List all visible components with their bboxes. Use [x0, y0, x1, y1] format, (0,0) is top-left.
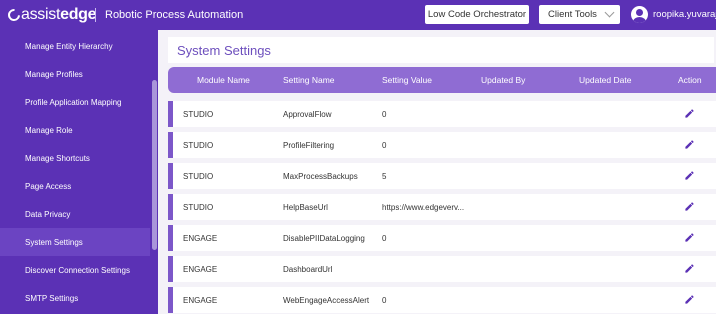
assistedge-logo[interactable]: assistedge	[5, 5, 97, 25]
cell-module-name: ENGAGE	[183, 296, 218, 305]
user-avatar-icon[interactable]	[631, 6, 648, 23]
table-row: ENGAGE WebEngageAccessAlert 0	[168, 287, 716, 313]
column-header-setting-name[interactable]: Setting Name	[283, 75, 335, 85]
column-header-module-name[interactable]: Module Name	[197, 75, 250, 85]
cell-setting-value: 0	[382, 234, 387, 243]
logo-text-light: assist	[21, 6, 61, 23]
pencil-icon[interactable]	[684, 170, 695, 181]
sidebar-item-smtp-settings[interactable]: SMTP Settings	[0, 284, 150, 312]
table-row: ENGAGE DisablePIIDataLogging 0	[168, 225, 716, 251]
page-title-bar: System Settings	[168, 37, 714, 63]
cell-module-name: STUDIO	[183, 141, 214, 150]
pencil-icon[interactable]	[684, 139, 695, 150]
sidebar-item-data-privacy[interactable]: Data Privacy	[0, 200, 150, 228]
table-row: STUDIO MaxProcessBackups 5	[168, 163, 716, 189]
cell-setting-name: ApprovalFlow	[283, 110, 332, 119]
sidebar-item-discover-connection-settings[interactable]: Discover Connection Settings	[0, 256, 150, 284]
app-title: Robotic Process Automation	[105, 9, 244, 21]
table-row: STUDIO ProfileFiltering 0	[168, 132, 716, 158]
sidebar-item-manage-profiles[interactable]: Manage Profiles	[0, 60, 150, 88]
client-tools-label: Client Tools	[548, 9, 597, 20]
cell-module-name: STUDIO	[183, 203, 214, 212]
client-tools-dropdown[interactable]: Client Tools	[539, 5, 620, 24]
table-row: ENGAGE DashboardUrl	[168, 256, 716, 282]
cell-setting-name: HelpBaseUrl	[283, 203, 328, 212]
sidebar-item-system-settings[interactable]: System Settings	[0, 228, 150, 256]
username[interactable]: roopika.yuvaraj	[653, 9, 716, 20]
cell-setting-name: MaxProcessBackups	[283, 172, 358, 181]
logo-mark-icon	[5, 6, 23, 24]
cell-setting-value: 0	[382, 141, 387, 150]
cell-setting-name: WebEngageAccessAlert	[283, 296, 370, 305]
cell-setting-value: https://www.edgeverv...	[382, 203, 465, 212]
logo-text-bold: edge	[60, 6, 97, 23]
cell-module-name: ENGAGE	[183, 234, 218, 243]
column-header-updated-by[interactable]: Updated By	[481, 75, 525, 85]
cell-setting-name: DashboardUrl	[283, 265, 333, 274]
column-header-updated-date[interactable]: Updated Date	[579, 75, 631, 85]
sidebar-item-profile-application-mapping[interactable]: Profile Application Mapping	[0, 88, 150, 116]
sidebar-item-manage-shortcuts[interactable]: Manage Shortcuts	[0, 144, 150, 172]
pencil-icon[interactable]	[684, 201, 695, 212]
cell-setting-name: ProfileFiltering	[283, 141, 335, 150]
page-title: System Settings	[177, 43, 271, 58]
cell-setting-value: 0	[382, 296, 387, 305]
cell-setting-value: 5	[382, 172, 387, 181]
pencil-icon[interactable]	[684, 108, 695, 119]
cell-module-name: STUDIO	[183, 172, 214, 181]
pencil-icon[interactable]	[684, 232, 695, 243]
pencil-icon[interactable]	[684, 263, 695, 274]
header-divider	[95, 8, 96, 22]
column-header-action: Action	[678, 75, 702, 85]
table-header: Module Name Setting Name Setting Value U…	[168, 67, 716, 93]
table-row: STUDIO HelpBaseUrl https://www.edgeverv...	[168, 194, 716, 220]
top-bar: assistedge Robotic Process Automation Lo…	[0, 0, 716, 30]
column-header-setting-value[interactable]: Setting Value	[382, 75, 432, 85]
pencil-icon[interactable]	[684, 294, 695, 305]
sidebar-scrollbar[interactable]	[152, 80, 157, 250]
cell-setting-value: 0	[382, 110, 387, 119]
logo-text: assistedge	[21, 6, 97, 24]
cell-setting-name: DisablePIIDataLogging	[283, 234, 365, 243]
sidebar-item-manage-entity-hierarchy[interactable]: Manage Entity Hierarchy	[0, 32, 150, 60]
sidebar-item-page-access[interactable]: Page Access	[0, 172, 150, 200]
sidebar: Manage Entity Hierarchy Manage Profiles …	[0, 30, 158, 314]
sidebar-item-manage-role[interactable]: Manage Role	[0, 116, 150, 144]
cell-module-name: STUDIO	[183, 110, 214, 119]
table-row: STUDIO ApprovalFlow 0	[168, 101, 716, 127]
low-code-orchestrator-button[interactable]: Low Code Orchestrator	[425, 5, 529, 24]
cell-module-name: ENGAGE	[183, 265, 218, 274]
chevron-down-icon	[604, 7, 615, 18]
